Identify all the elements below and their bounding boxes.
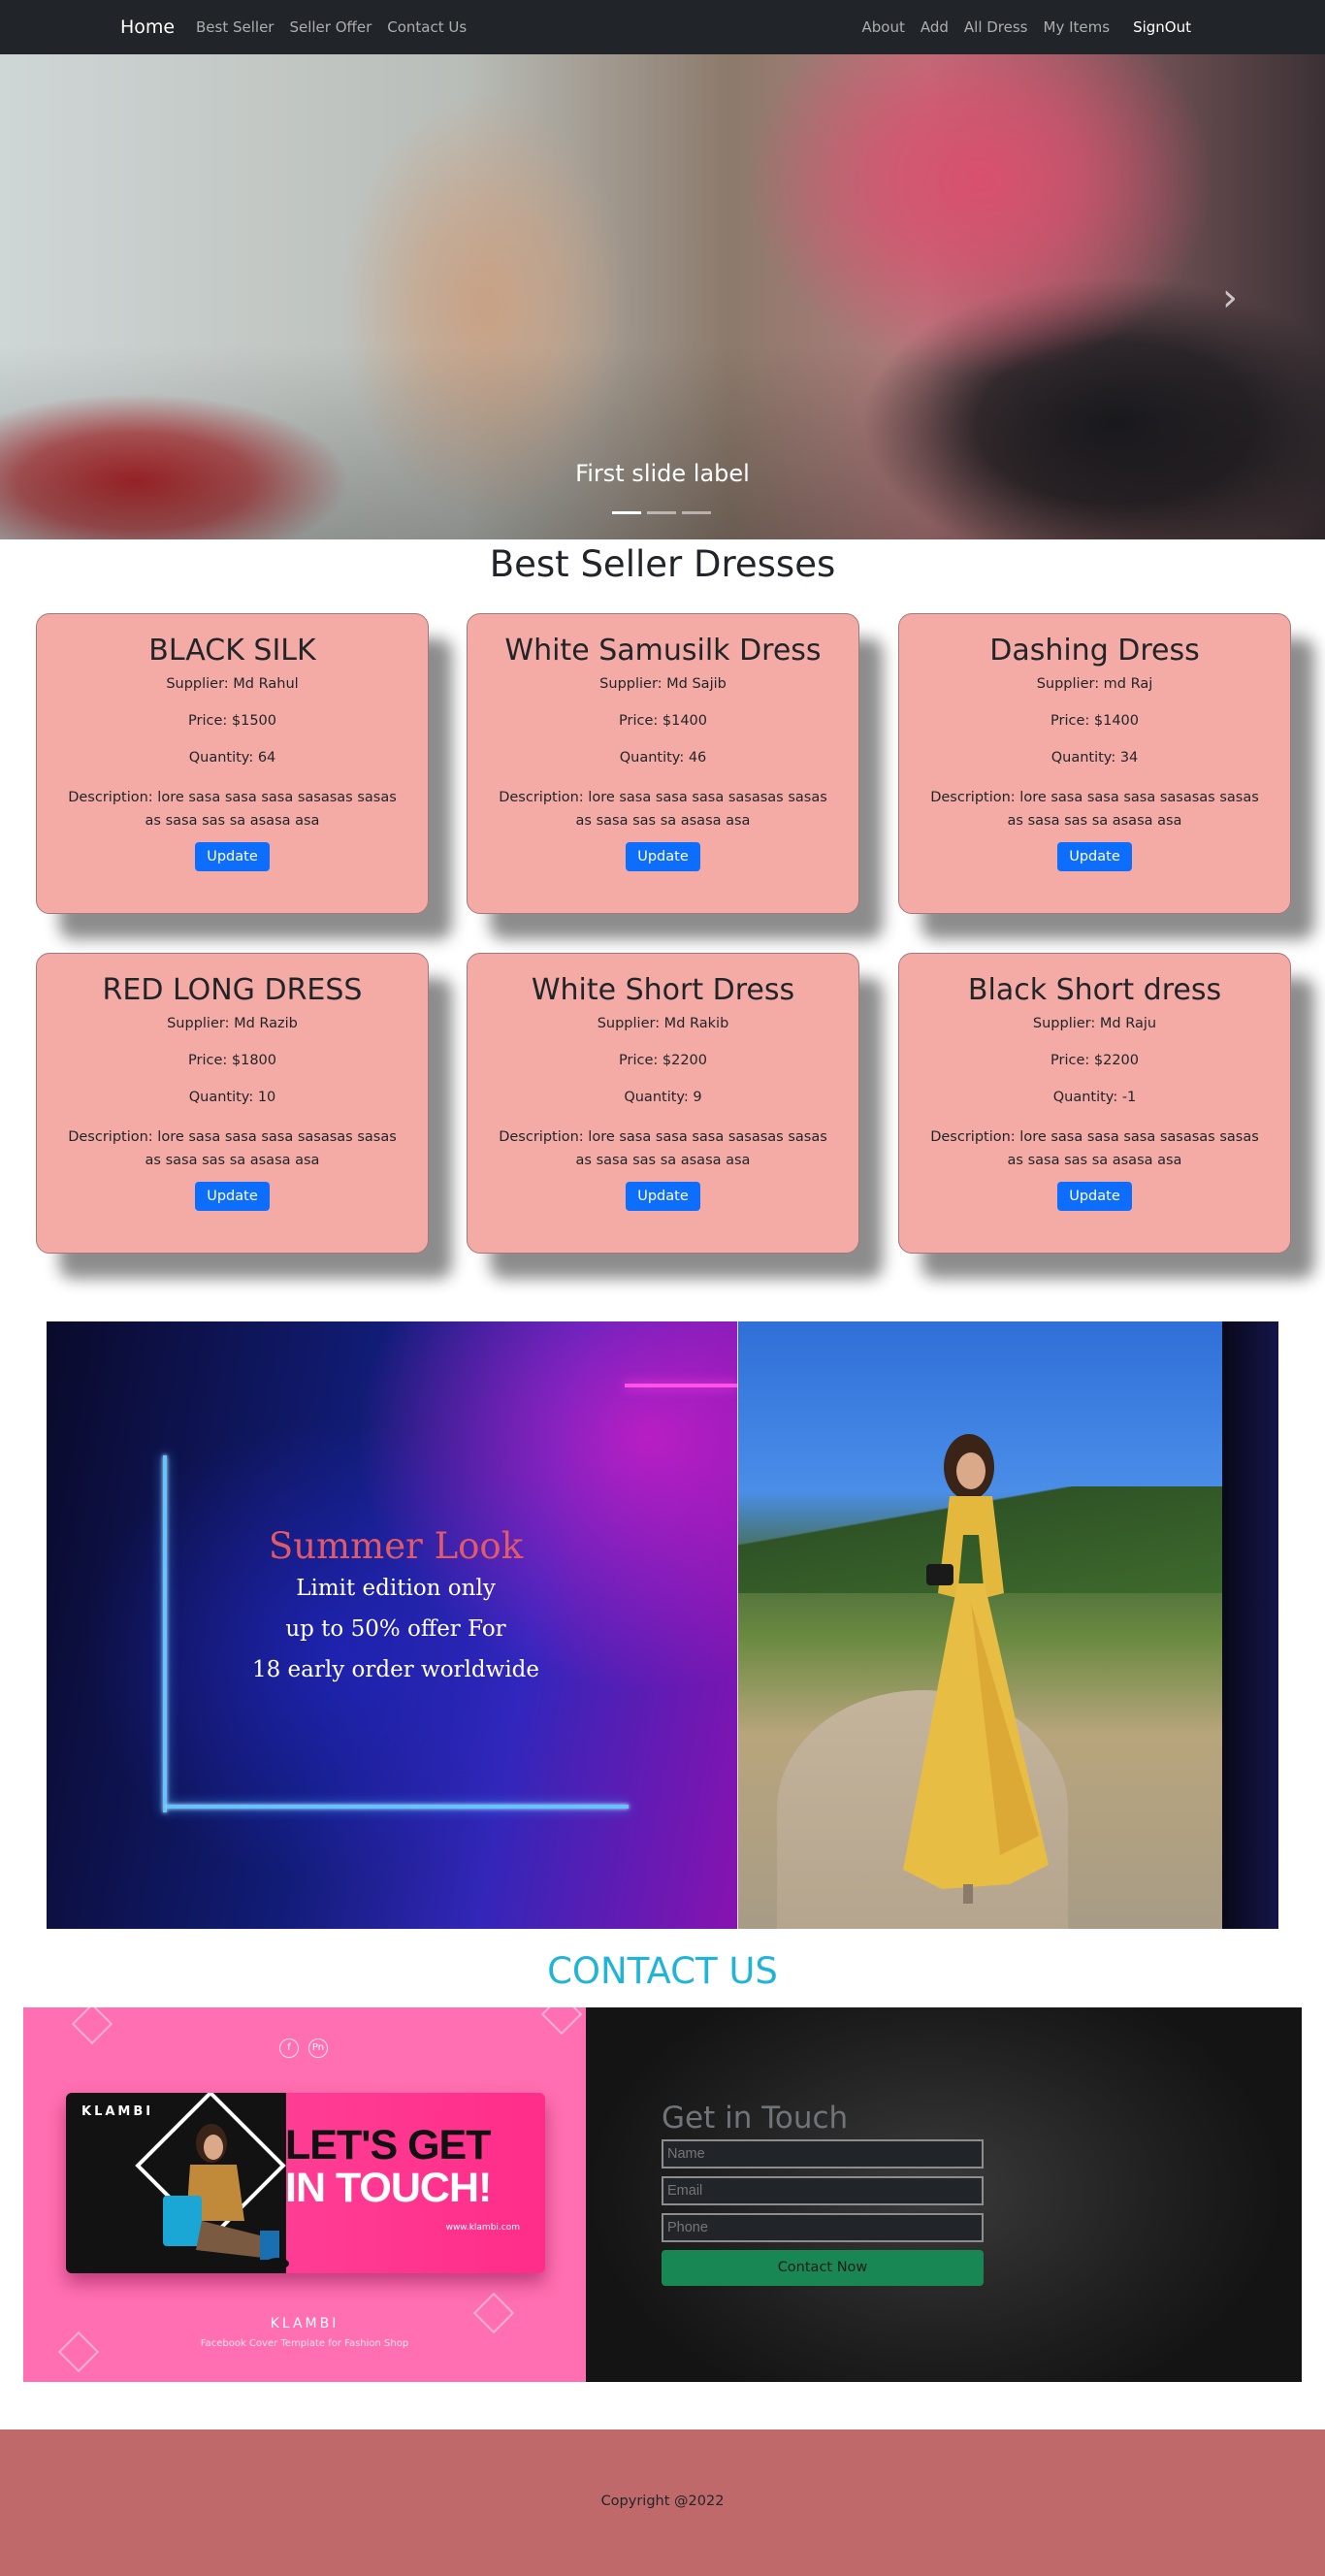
klambi-url: www.klambi.com <box>445 2223 520 2233</box>
chevron-right-icon[interactable]: › <box>1222 276 1238 320</box>
dress-quantity: Quantity: 34 <box>1050 750 1139 766</box>
dress-price: Price: $2200 <box>1050 1053 1139 1068</box>
dress-name: BLACK SILK <box>148 634 316 668</box>
dress-description: Description: lore sasa sasa sasa sasasas… <box>930 790 1259 829</box>
dress-quantity: Quantity: 64 <box>188 750 276 766</box>
hero-carousel: › First slide label <box>0 54 1325 539</box>
footer: Copyright @2022 <box>0 2429 1325 2576</box>
nav-home-link[interactable]: Home <box>120 16 175 38</box>
carousel-indicator-2[interactable] <box>647 511 676 514</box>
update-button[interactable]: Update <box>1057 1182 1132 1211</box>
nav-about-link[interactable]: About <box>861 18 904 36</box>
headline-line-1: LET'S GET <box>285 2122 491 2168</box>
best-seller-title: Best Seller Dresses <box>489 543 836 585</box>
contact-us-title: CONTACT US <box>547 1950 778 1992</box>
klambi-footer-brand: KLAMBI <box>270 2316 339 2331</box>
dress-price: Price: $1500 <box>188 713 276 729</box>
nav-left-links: Best Seller Seller Offer Contact Us <box>196 18 467 36</box>
dress-description: Description: lore sasa sasa sasa sasasas… <box>930 1129 1259 1168</box>
navbar: Home Best Seller Seller Offer Contact Us… <box>0 0 1325 54</box>
dress-card: Dashing Dress Supplier: md Raj Price: $1… <box>898 613 1291 914</box>
nav-right-links: About Add All Dress My Items SignOut <box>861 18 1191 36</box>
copyright-text: Copyright @2022 <box>600 2494 725 2509</box>
update-button[interactable]: Update <box>626 1182 700 1211</box>
nav-my-items-link[interactable]: My Items <box>1044 18 1111 36</box>
seller-offer-banner: Summer Look Limit edition only up to 50%… <box>47 1321 1278 1929</box>
contact-now-button[interactable]: Contact Now <box>662 2250 984 2286</box>
klambi-footer-subtitle: Facebook Cover Template for Fashion Shop <box>200 2338 409 2349</box>
carousel-indicator-1[interactable] <box>612 511 641 514</box>
dress-description: Description: lore sasa sasa sasa sasasas… <box>68 1129 397 1168</box>
dress-name: Dashing Dress <box>989 634 1200 668</box>
carousel-indicators <box>612 511 711 514</box>
dress-name: RED LONG DRESS <box>102 973 363 1007</box>
email-field[interactable] <box>662 2176 984 2205</box>
dress-quantity: Quantity: 9 <box>624 1090 702 1105</box>
banner-edge <box>1222 1321 1278 1929</box>
contact-form: Get in Touch Contact Now <box>662 2101 984 2286</box>
headline-line-2: IN TOUCH! <box>285 2165 492 2211</box>
neon-line-pink <box>625 1384 737 1387</box>
seated-model-image <box>163 2124 289 2269</box>
decorative-square <box>540 2007 583 2036</box>
nav-seller-offer-link[interactable]: Seller Offer <box>289 18 372 36</box>
phone-field[interactable] <box>662 2213 984 2242</box>
dress-card: White Short Dress Supplier: Md Rakib Pri… <box>467 953 859 1254</box>
dress-supplier: Supplier: Md Raju <box>1032 1016 1157 1031</box>
dress-supplier: Supplier: Md Rahul <box>166 676 299 692</box>
lets-get-in-touch-headline: LET'S GET IN TOUCH! <box>285 2124 537 2209</box>
dress-card: BLACK SILK Supplier: Md Rahul Price: $15… <box>36 613 429 914</box>
update-button[interactable]: Update <box>195 842 270 871</box>
dress-name: White Samusilk Dress <box>504 634 822 668</box>
dress-supplier: Supplier: md Raj <box>1036 676 1153 692</box>
dress-supplier: Supplier: Md Sajib <box>599 676 727 692</box>
hero-caption: First slide label <box>575 460 750 487</box>
nav-all-dress-link[interactable]: All Dress <box>964 18 1028 36</box>
dress-price: Price: $2200 <box>619 1053 707 1068</box>
dress-supplier: Supplier: Md Rakib <box>597 1016 729 1031</box>
dress-name: White Short Dress <box>531 973 795 1007</box>
dress-price: Price: $1400 <box>619 713 707 729</box>
promo-line: Limit edition only <box>296 1576 496 1601</box>
name-field[interactable] <box>662 2139 984 2168</box>
dress-description: Description: lore sasa sasa sasa sasasas… <box>499 1129 827 1168</box>
promo-line: 18 early order worldwide <box>251 1657 540 1682</box>
klambi-banner: f Pn KLAMBI LET'S GET IN TOUCH! www.klam… <box>23 2007 586 2382</box>
model-photo <box>737 1321 1222 1929</box>
dress-price: Price: $1800 <box>188 1053 276 1068</box>
model-in-yellow-dress <box>903 1434 1049 1904</box>
klambi-cover-card: KLAMBI LET'S GET IN TOUCH! www.klambi.co… <box>66 2093 545 2273</box>
update-button[interactable]: Update <box>1057 842 1132 871</box>
promo-text-block: Summer Look Limit edition only up to 50%… <box>182 1525 609 1690</box>
neon-line-vertical <box>163 1455 167 1812</box>
promo-line: up to 50% offer For <box>285 1616 506 1642</box>
dress-name: Black Short dress <box>967 973 1222 1007</box>
contact-form-panel: Get in Touch Contact Now <box>586 2007 1302 2382</box>
dress-price: Price: $1400 <box>1050 713 1139 729</box>
carousel-indicator-3[interactable] <box>682 511 711 514</box>
dress-card: Black Short dress Supplier: Md Raju Pric… <box>898 953 1291 1254</box>
nav-contact-us-link[interactable]: Contact Us <box>387 18 467 36</box>
pinterest-icon: Pn <box>308 2038 328 2058</box>
promo-headline: Summer Look <box>268 1525 524 1567</box>
dress-card: RED LONG DRESS Supplier: Md Razib Price:… <box>36 953 429 1254</box>
klambi-logo: KLAMBI <box>81 2104 154 2119</box>
dress-card: White Samusilk Dress Supplier: Md Sajib … <box>467 613 859 914</box>
update-button[interactable]: Update <box>626 842 700 871</box>
dress-description: Description: lore sasa sasa sasa sasasas… <box>68 790 397 829</box>
update-button[interactable]: Update <box>195 1182 270 1211</box>
nav-signout-button[interactable]: SignOut <box>1133 18 1191 36</box>
dress-quantity: Quantity: -1 <box>1052 1090 1137 1105</box>
dress-quantity: Quantity: 10 <box>188 1090 276 1105</box>
dress-supplier: Supplier: Md Razib <box>167 1016 298 1031</box>
neon-line-horizontal <box>167 1805 629 1809</box>
nav-best-seller-link[interactable]: Best Seller <box>196 18 274 36</box>
form-title: Get in Touch <box>662 2101 849 2136</box>
dress-description: Description: lore sasa sasa sasa sasasas… <box>499 790 827 829</box>
nav-add-link[interactable]: Add <box>921 18 949 36</box>
facebook-icon: f <box>279 2038 299 2058</box>
dress-quantity: Quantity: 46 <box>619 750 707 766</box>
decorative-square <box>71 2007 113 2045</box>
